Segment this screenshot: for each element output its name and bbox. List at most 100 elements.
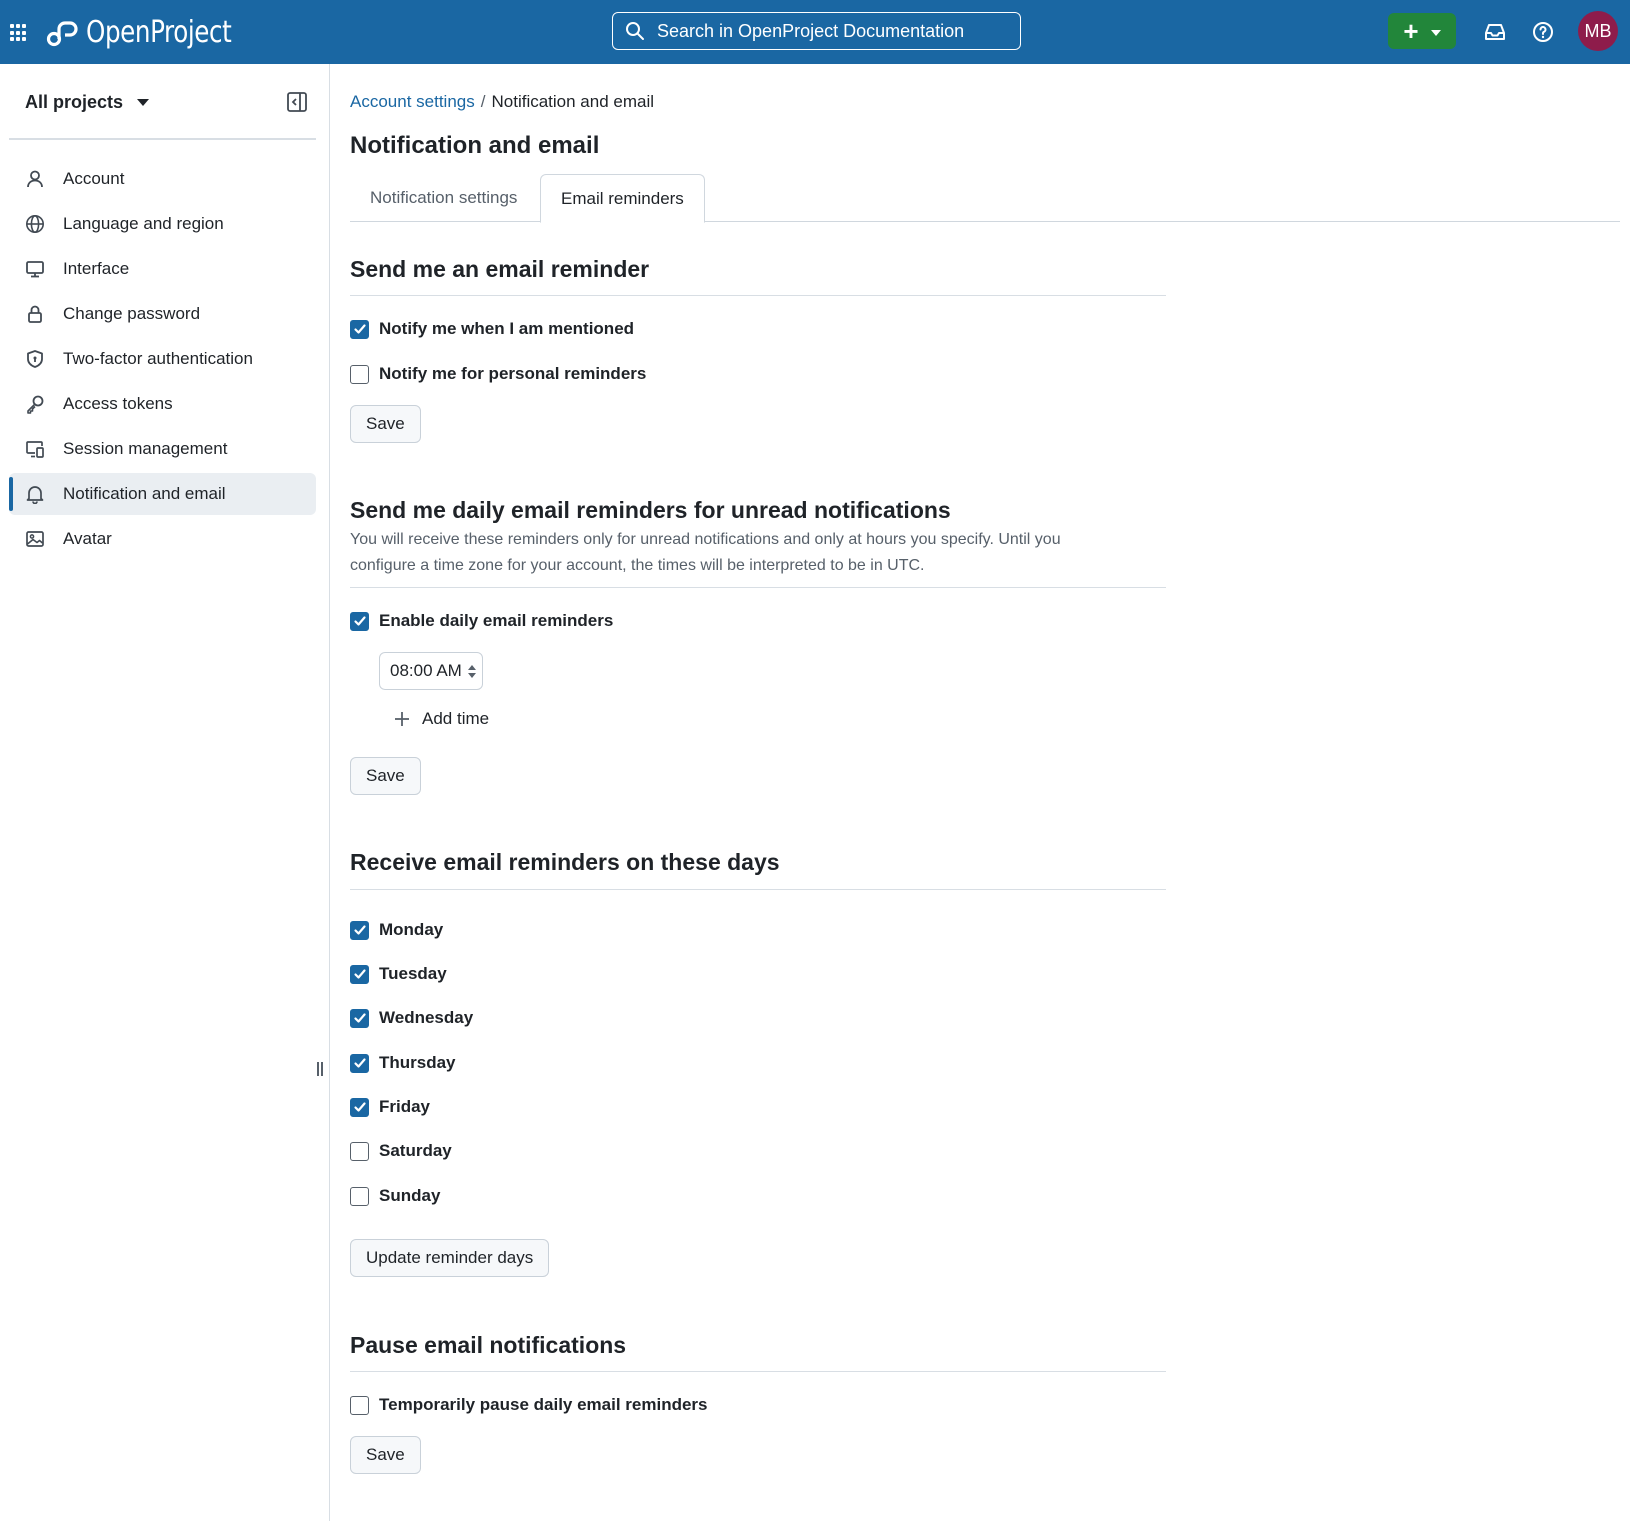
day-checkbox-row-friday[interactable]: Friday	[350, 1097, 430, 1117]
day-checkbox-row-tuesday[interactable]: Tuesday	[350, 964, 447, 984]
personal-reminders-checkbox[interactable]	[350, 364, 369, 384]
day-label: Thursday	[379, 1053, 456, 1072]
save-button-daily[interactable]: Save	[350, 757, 421, 795]
devices-icon	[25, 439, 45, 459]
help-icon[interactable]	[1531, 20, 1555, 44]
monday-checkbox[interactable]	[350, 920, 369, 940]
chevron-down-icon	[137, 99, 150, 106]
search-input[interactable]: Search in OpenProject Documentation	[612, 12, 1021, 50]
checkmark-icon	[353, 1013, 366, 1023]
monitor-icon	[25, 259, 45, 279]
enable-daily-label: Enable daily email reminders	[379, 611, 614, 630]
shield-icon	[25, 349, 45, 369]
checkmark-icon	[353, 1058, 366, 1068]
tab-notification-settings[interactable]: Notification settings	[350, 174, 537, 222]
breadcrumb-current: Notification and email	[491, 92, 655, 111]
pause-checkbox-row[interactable]: Temporarily pause daily email reminders	[350, 1395, 708, 1415]
chevron-down-icon	[1430, 29, 1441, 36]
sidebar-item-change-password[interactable]: Change password	[9, 293, 316, 335]
openproject-logo[interactable]: OpenProject	[46, 14, 263, 50]
sidebar-item-label: Access tokens	[63, 394, 173, 413]
sidebar-item-label: Interface	[63, 259, 130, 278]
globe-icon	[25, 214, 45, 234]
day-checkbox-row-sunday[interactable]: Sunday	[350, 1186, 440, 1206]
sidebar-item-access-tokens[interactable]: Access tokens	[9, 383, 316, 425]
tuesday-checkbox[interactable]	[350, 964, 369, 984]
logo-text: OpenProject	[86, 14, 232, 50]
save-button-pause[interactable]: Save	[350, 1436, 421, 1474]
sidebar-divider	[9, 138, 316, 140]
saturday-checkbox[interactable]	[350, 1141, 369, 1161]
tab-email-reminders[interactable]: Email reminders	[540, 174, 705, 223]
wednesday-checkbox[interactable]	[350, 1008, 369, 1028]
user-avatar[interactable]: MB	[1578, 11, 1618, 51]
collapse-sidebar-icon[interactable]	[286, 91, 308, 113]
day-label: Tuesday	[379, 964, 447, 983]
sidebar-item-interface[interactable]: Interface	[9, 248, 316, 290]
modules-grid-icon[interactable]	[10, 24, 28, 42]
enable-daily-checkbox[interactable]	[350, 611, 369, 631]
day-label: Saturday	[379, 1141, 452, 1160]
plus-icon: +	[1403, 16, 1419, 46]
save-button-reminder[interactable]: Save	[350, 405, 421, 443]
section-title-daily-reminders: Send me daily email reminders for unread…	[350, 497, 951, 523]
section-title-email-reminder: Send me an email reminder	[350, 256, 650, 282]
personal-reminders-checkbox-row[interactable]: Notify me for personal reminders	[350, 364, 646, 384]
sidebar-item-avatar[interactable]: Avatar	[9, 518, 316, 560]
sunday-checkbox[interactable]	[350, 1186, 369, 1206]
sidebar-item-session-management[interactable]: Session management	[9, 428, 316, 470]
search-icon	[626, 22, 644, 40]
project-selector[interactable]: All projects	[25, 92, 150, 113]
section-divider	[350, 889, 1166, 890]
mentioned-label: Notify me when I am mentioned	[379, 319, 635, 338]
pause-checkbox[interactable]	[350, 1395, 369, 1415]
section-divider	[350, 587, 1166, 588]
update-reminder-days-button[interactable]: Update reminder days	[350, 1239, 550, 1277]
section-divider	[350, 1371, 1166, 1372]
create-new-button[interactable]: +	[1388, 13, 1456, 49]
reminder-time-value: 08:00 AM	[390, 661, 462, 680]
add-time-label: Add time	[422, 709, 490, 728]
breadcrumb: Account settings / Notification and email	[350, 92, 654, 112]
sidebar-item-label: Notification and email	[63, 484, 226, 503]
bell-icon	[25, 484, 45, 504]
checkmark-icon	[353, 969, 366, 979]
section-title-pause: Pause email notifications	[350, 1332, 627, 1358]
sidebar-item-account[interactable]: Account	[9, 158, 316, 200]
day-checkbox-row-thursday[interactable]: Thursday	[350, 1053, 456, 1073]
day-label: Sunday	[379, 1186, 441, 1205]
key-icon	[25, 394, 45, 414]
checkmark-icon	[353, 1102, 366, 1112]
section-title-reminder-days: Receive email reminders on these days	[350, 849, 780, 875]
select-arrows-icon	[468, 665, 476, 678]
image-icon	[25, 529, 45, 549]
breadcrumb-account-settings-link[interactable]: Account settings	[350, 92, 475, 111]
daily-reminders-description: You will receive these reminders only fo…	[350, 531, 1061, 574]
sidebar-item-two-factor[interactable]: Two-factor authentication	[9, 338, 316, 380]
add-time-button[interactable]: Add time	[394, 709, 489, 729]
day-label: Monday	[379, 920, 444, 939]
sidebar-item-label: Language and region	[63, 214, 224, 233]
inbox-icon[interactable]	[1483, 20, 1507, 44]
enable-daily-checkbox-row[interactable]: Enable daily email reminders	[350, 611, 613, 631]
reminder-time-select[interactable]: 08:00 AM	[379, 652, 483, 690]
mentioned-checkbox-row[interactable]: Notify me when I am mentioned	[350, 319, 634, 339]
sidebar-item-language[interactable]: Language and region	[9, 203, 316, 245]
page-title: Notification and email	[350, 132, 600, 159]
sidebar: All projects Account Language and region…	[0, 64, 330, 1521]
thursday-checkbox[interactable]	[350, 1053, 369, 1073]
plus-icon	[395, 712, 409, 726]
sidebar-item-label: Two-factor authentication	[63, 349, 253, 368]
friday-checkbox[interactable]	[350, 1097, 369, 1117]
section-divider	[350, 295, 1166, 296]
day-checkbox-row-monday[interactable]: Monday	[350, 920, 443, 940]
day-checkbox-row-wednesday[interactable]: Wednesday	[350, 1008, 473, 1028]
day-checkbox-row-saturday[interactable]: Saturday	[350, 1141, 452, 1161]
person-icon	[25, 169, 45, 189]
mentioned-checkbox[interactable]	[350, 319, 369, 339]
sidebar-resize-handle[interactable]	[317, 1062, 325, 1076]
day-label: Friday	[379, 1097, 431, 1116]
sidebar-item-notification-email[interactable]: Notification and email	[9, 473, 316, 515]
search-placeholder: Search in OpenProject Documentation	[657, 20, 965, 41]
top-header: OpenProject Search in OpenProject Docume…	[0, 0, 1630, 64]
